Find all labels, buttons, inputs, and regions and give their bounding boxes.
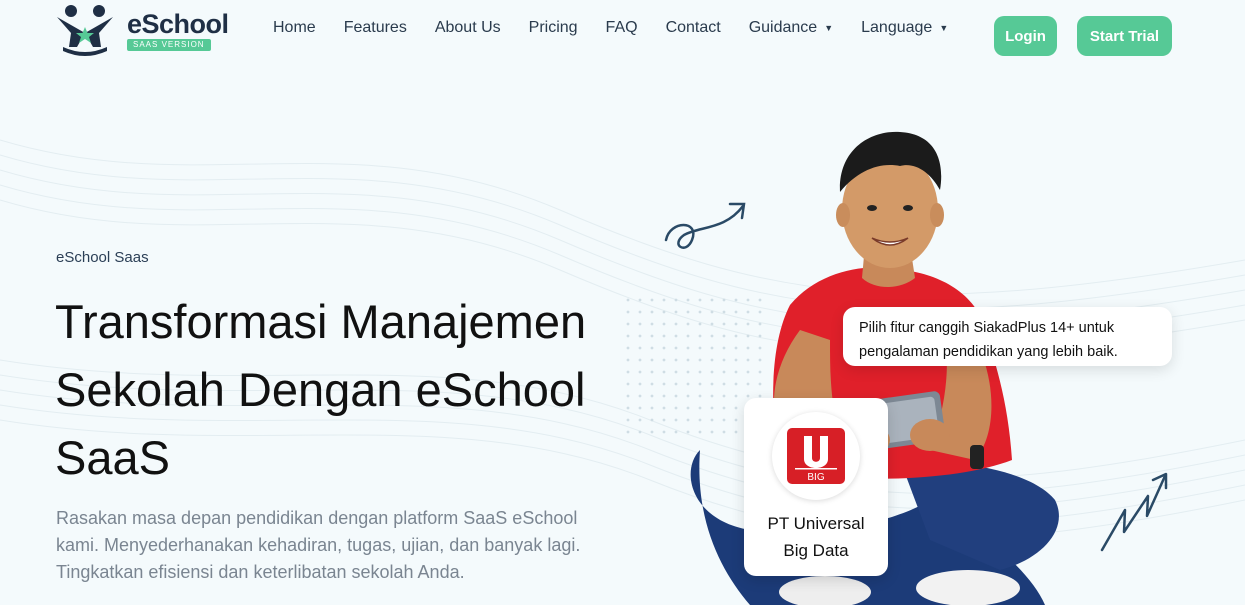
hero-title: Transformasi Manajemen Sekolah Dengan eS… [55, 288, 615, 492]
brand-badge: SAAS VERSION [127, 38, 211, 51]
hero-title-line: Transformasi Manajemen [55, 295, 587, 348]
nav-features-label: Features [343, 19, 407, 36]
hero-description-line: Rasakan masa depan pendidikan dengan pla… [56, 508, 578, 528]
feature-tooltip-card: Pilih fitur canggih SiakadPlus 14+ untuk… [843, 307, 1172, 366]
company-card: BIG PT Universal Big Data [744, 398, 888, 576]
caret-down-icon: ▼ [824, 23, 834, 33]
nav-guidance-dropdown[interactable]: Guidance ▼ [749, 19, 833, 37]
caret-down-icon: ▼ [939, 23, 949, 33]
nav-about-label: About Us [434, 19, 501, 36]
tooltip-text-line: Pilih fitur canggih SiakadPlus 14+ untuk [859, 320, 1115, 336]
nav-contact[interactable]: Contact [666, 19, 721, 37]
zigzag-arrow-decoration [1100, 472, 1168, 552]
login-button[interactable]: Login [994, 16, 1057, 56]
nav-pricing[interactable]: Pricing [529, 19, 578, 37]
nav-home-label: Home [273, 19, 316, 36]
dot-grid-decoration [626, 298, 762, 434]
nav-links: Home Features About Us Pricing FAQ Conta… [273, 19, 948, 37]
tooltip-text-line: pengalaman pendidikan yang lebih baik. [859, 344, 1118, 360]
hero-description-line: kami. Menyederhanakan kehadiran, tugas, … [56, 535, 581, 555]
brand-logo[interactable]: eSchool SAAS VERSION [55, 2, 235, 58]
curly-arrow-decoration [664, 202, 746, 249]
hero-description: Rasakan masa depan pendidikan dengan pla… [56, 505, 596, 586]
nav-guidance-label: Guidance [748, 19, 818, 36]
hero-description-line: Tingkatkan efisiensi dan keterlibatan se… [56, 562, 465, 582]
eschool-logo-icon [57, 5, 113, 56]
start-trial-button[interactable]: Start Trial [1077, 16, 1172, 56]
nav-language-dropdown[interactable]: Language ▼ [861, 19, 948, 37]
nav-about-us[interactable]: About Us [435, 19, 501, 37]
nav-features[interactable]: Features [344, 19, 407, 37]
nav-contact-label: Contact [665, 19, 721, 36]
hero-title-line: Sekolah Dengan eSchool [55, 363, 586, 416]
hero-title-line: SaaS [55, 431, 170, 484]
company-name-line: Big Data [783, 541, 849, 560]
nav-pricing-label: Pricing [528, 19, 578, 36]
nav-language-label: Language [861, 19, 933, 36]
hero-eyebrow: eSchool Saas [56, 249, 149, 266]
nav-faq[interactable]: FAQ [606, 19, 638, 37]
company-name: PT Universal Big Data [768, 510, 865, 564]
nav-home[interactable]: Home [273, 19, 316, 37]
company-logo-text: BIG [807, 472, 824, 483]
company-logo: BIG [772, 412, 860, 500]
brand-name: eSchool [127, 8, 229, 39]
nav-faq-label: FAQ [605, 19, 638, 36]
navbar: eSchool SAAS VERSION Home Features About… [0, 0, 1245, 70]
company-name-line: PT Universal [767, 514, 865, 533]
universal-big-data-logo-icon: BIG [787, 428, 845, 484]
